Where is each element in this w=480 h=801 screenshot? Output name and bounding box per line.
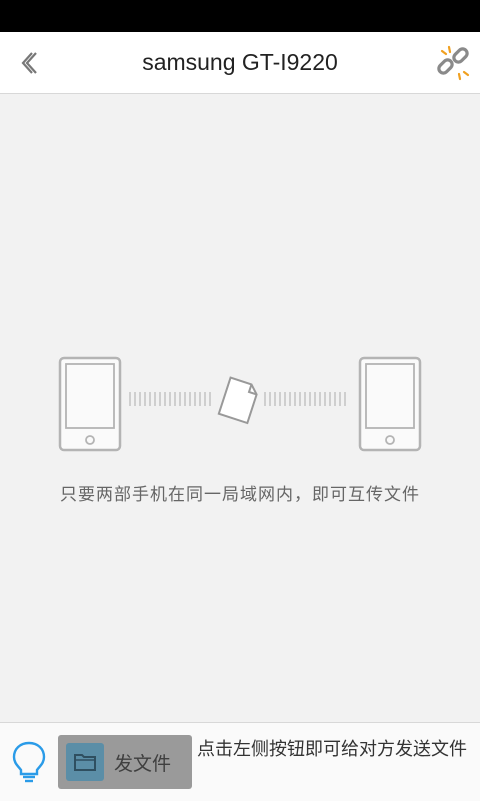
disconnect-button[interactable]: [432, 42, 474, 84]
phone-right-icon: [358, 356, 422, 452]
broken-link-icon: [437, 45, 470, 81]
send-file-button[interactable]: 发文件: [58, 735, 192, 789]
status-bar: [0, 0, 480, 32]
page-title: samsung GT-I9220: [142, 49, 338, 75]
bottom-bar: 发文件 点击左侧按钮即可给对方发送文件: [0, 722, 480, 801]
dotted-line-right: [264, 392, 346, 406]
send-file-label: 发文件: [114, 752, 172, 775]
lan-hint-text: 只要两部手机在同一局域网内，即可互传文件: [60, 485, 420, 505]
dotted-line-left: [129, 392, 211, 406]
back-button[interactable]: [8, 42, 50, 84]
title-bar: samsung GT-I9220: [0, 32, 480, 94]
document-icon: [217, 376, 258, 425]
send-instruction-text: 点击左侧按钮即可给对方发送文件: [197, 739, 467, 760]
folder-icon: [66, 743, 104, 781]
chevron-left-icon: [21, 52, 37, 74]
main-content: 只要两部手机在同一局域网内，即可互传文件: [0, 94, 480, 722]
lightbulb-icon: [12, 741, 46, 783]
tips-button[interactable]: [8, 737, 50, 787]
phone-left-icon: [58, 356, 122, 452]
transfer-illustration: [58, 356, 422, 452]
